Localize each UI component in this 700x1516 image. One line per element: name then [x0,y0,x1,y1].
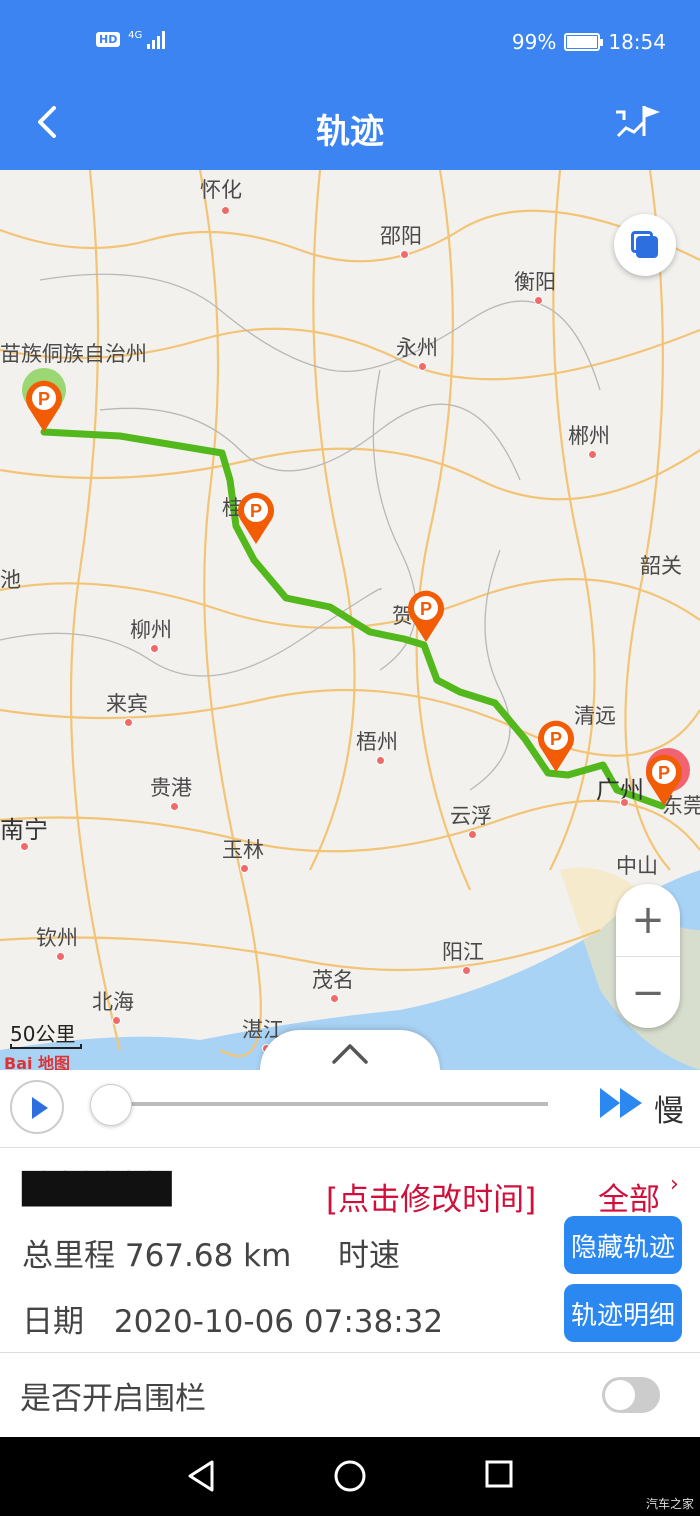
nav-back-icon[interactable] [186,1459,216,1493]
trip-date: 日期 2020-10-06 07:38:32 [22,1296,443,1341]
status-bar: HD 4G 99% 18:54 [0,0,700,88]
map-label: 韶关 [640,554,682,578]
playback-bar: 慢 [0,1070,700,1148]
total-mileage: 总里程 767.68 km [22,1230,291,1275]
map-label: 梧州 [356,730,398,754]
mileage-label: 总里程 [22,1238,115,1274]
city-dot [462,966,471,975]
scale-label: 50公里 [10,1022,76,1046]
city-dot [588,450,597,459]
map-label: 柳州 [130,618,172,642]
playback-slider-handle[interactable] [90,1084,132,1126]
battery-percent: 99% [511,30,557,54]
network-indicators: HD 4G [96,30,169,49]
nav-home-icon[interactable] [333,1459,367,1493]
nav-recent-icon[interactable] [484,1459,514,1489]
map-label: 中山 [616,854,658,878]
map-label: 苗族侗族自治州 [0,342,147,366]
map-label: 邵阳 [380,224,422,248]
map-label: 茂名 [312,968,354,992]
signal-icon [147,30,169,49]
hide-track-button[interactable]: 隐藏轨迹 [564,1216,682,1274]
chevron-up-icon [332,1044,368,1064]
playback-track[interactable] [110,1102,548,1106]
map-label: 永州 [396,336,438,360]
signal-type: 4G [128,30,143,41]
city-dot [418,362,427,371]
city-dot [240,864,249,873]
date-value: 2020-10-06 07:38:32 [113,1304,444,1340]
fence-row: 是否开启围栏 [0,1353,700,1437]
trip-info-panel: ███████ [点击修改时间] 全部 › 总里程 767.68 km 时速 日… [0,1148,700,1353]
fast-forward-icon[interactable] [598,1086,644,1120]
map-label: 郴州 [568,424,610,448]
map-label: 南宁 [0,816,48,844]
layers-icon[interactable] [614,214,676,276]
date-label: 日期 [22,1304,84,1340]
fence-toggle[interactable] [602,1377,660,1413]
map-logo: Bai 地图 [4,1054,71,1070]
map-label: 桂 [222,496,243,520]
city-dot [20,842,29,851]
map-view[interactable]: 怀化 邵阳 衡阳 永州 郴州 苗族侗族自治州 韶关 贺 柳州 来宾 清远 梧州 … [0,170,700,1070]
city-dot [56,952,65,961]
app-header: 轨迹 [0,88,700,170]
city-dot [221,206,230,215]
edit-time-link[interactable]: [点击修改时间] [326,1174,536,1219]
hd-badge: HD [96,32,121,47]
city-dot [170,802,179,811]
map-label: 东莞 [662,794,700,818]
battery-icon [564,33,604,51]
watermark: 汽车之家 [645,1497,694,1511]
plate-number: ███████ [22,1172,171,1207]
map-label: 贺 [392,604,413,628]
city-dot [330,994,339,1003]
city-dot [376,756,385,765]
map-label: 贵港 [150,776,192,800]
city-dot [468,830,477,839]
map-label: 玉林 [222,838,264,862]
map-label: 清远 [574,704,616,728]
track-detail-button[interactable]: 轨迹明细 [564,1284,682,1342]
city-dot [400,250,409,259]
map-label: 北海 [92,990,134,1014]
map-label: 云浮 [450,804,492,828]
status-right: 99% 18:54 [512,30,666,54]
map-label: 池 [0,568,21,592]
city-dot [620,798,629,807]
city-dot [124,718,133,727]
speed-label: 时速 [338,1238,400,1274]
zoom-out-button[interactable]: − [616,956,680,1028]
map-label: 衡阳 [514,270,556,294]
map-label: 来宾 [106,692,148,716]
mileage-value: 767.68 km [124,1238,292,1274]
map-canvas [0,170,700,1070]
play-button[interactable] [10,1080,64,1134]
playback-speed[interactable]: 慢 [654,1086,684,1130]
expand-panel-button[interactable] [260,1030,440,1070]
city-dot [150,644,159,653]
system-nav-bar: 汽车之家 [0,1437,700,1516]
map-label: 钦州 [36,926,78,950]
route-flag-icon[interactable] [612,102,664,142]
all-filter[interactable]: 全部 [598,1174,660,1219]
chevron-right-icon[interactable]: › [670,1172,679,1197]
clock: 18:54 [608,30,666,54]
page-title: 轨迹 [316,112,384,152]
map-label: 怀化 [200,178,242,202]
zoom-in-button[interactable]: + [616,884,680,956]
city-dot [112,1016,121,1025]
fence-label: 是否开启围栏 [20,1381,206,1417]
zoom-control: + − [616,884,680,1028]
city-dot [534,296,543,305]
scale-bar [10,1044,82,1049]
map-label: 阳江 [442,940,484,964]
